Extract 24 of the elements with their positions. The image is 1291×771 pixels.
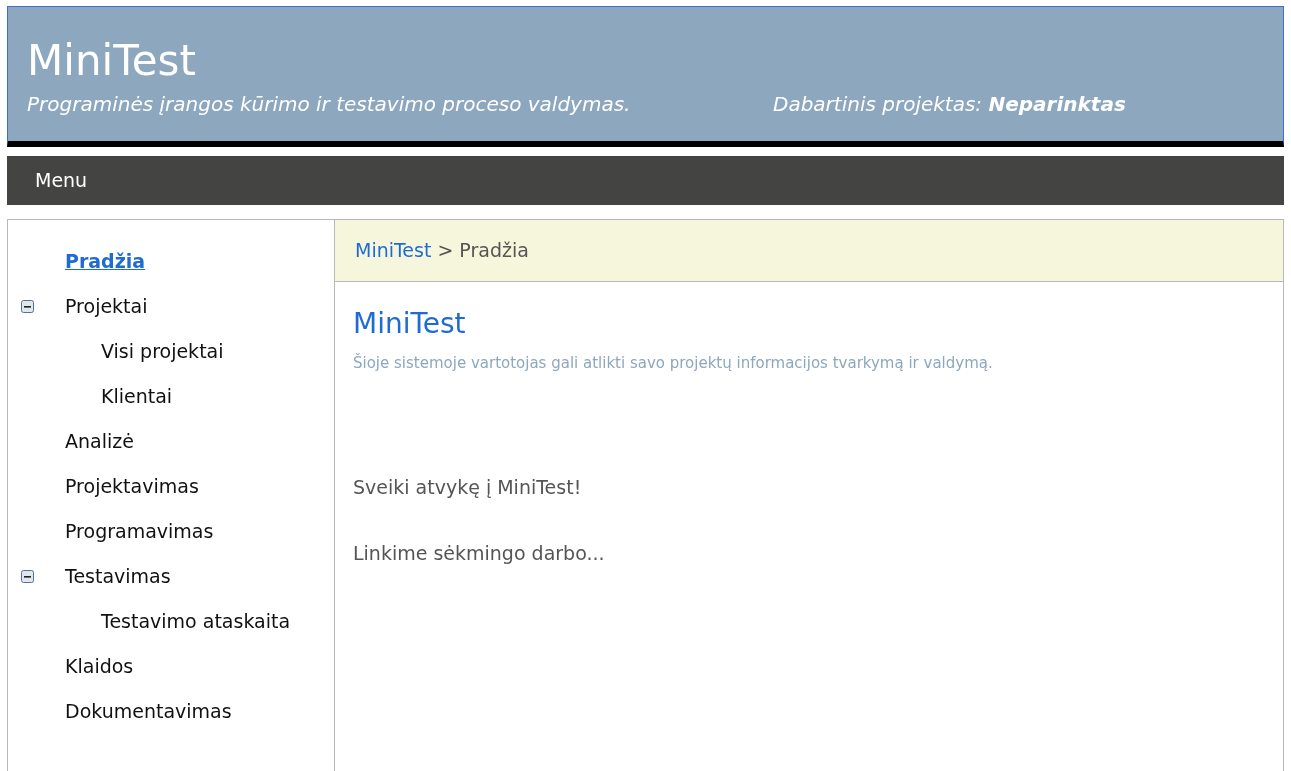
nav-link[interactable]: Testavimo ataskaita [101, 607, 291, 636]
menu-label[interactable]: Menu [35, 166, 88, 195]
page-heading: MiniTest [353, 306, 466, 342]
breadcrumb-separator: > [437, 238, 454, 264]
welcome-text: Sveiki atvykę į MiniTest! [353, 474, 582, 500]
nav-link[interactable]: Analizė [65, 427, 134, 456]
breadcrumb-current: Pradžia [459, 238, 529, 264]
nav-link[interactable]: Dokumentavimas [65, 697, 232, 726]
nav-link[interactable]: Programavimas [65, 517, 214, 546]
breadcrumb-link[interactable]: MiniTest [355, 236, 432, 265]
nav-link[interactable]: Visi projektai [101, 337, 224, 366]
collapse-icon[interactable] [21, 300, 34, 313]
nav-link[interactable]: Testavimas [65, 562, 171, 591]
nav-link[interactable]: Klaidos [65, 652, 134, 681]
site-title: MiniTest [27, 35, 196, 87]
nav-link[interactable]: Projektai [65, 292, 148, 321]
collapse-icon[interactable] [21, 570, 34, 583]
nav-link[interactable]: Klientai [101, 382, 173, 411]
welcome-text: Linkime sėkmingo darbo... [353, 541, 605, 566]
page-description: Šioje sistemoje vartotojas gali atlikti savo projektų informacijos tvarkymą ir valdymą. [353, 352, 993, 374]
current-project-text: Dabartinis projektas: Neparinktas [773, 91, 1126, 118]
nav-link[interactable]: Projektavimas [65, 472, 199, 501]
site-tagline: Programinės įrangos kūrimo ir testavimo proceso valdymas. [27, 91, 632, 118]
nav-link[interactable]: Pradžia [65, 247, 146, 276]
